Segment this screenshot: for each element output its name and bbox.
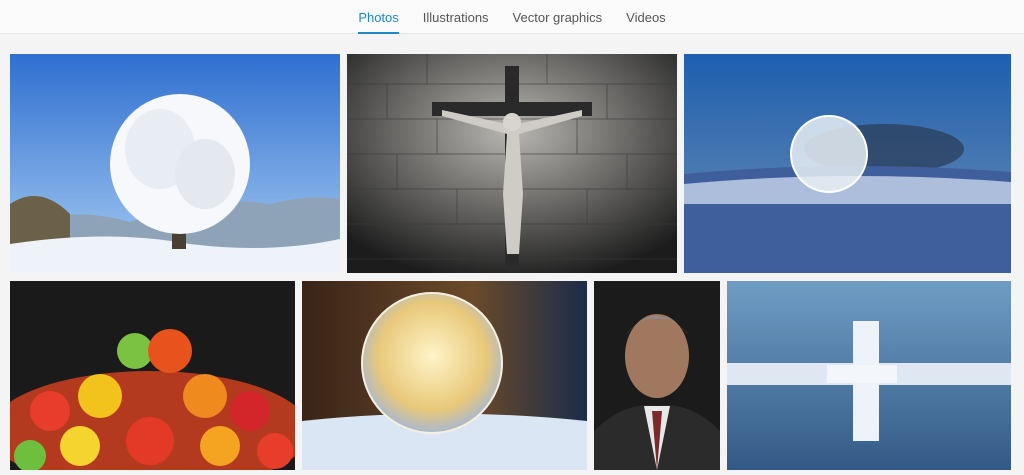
photo-frozen-bubble[interactable]: [684, 54, 1011, 273]
top-nav-bar: Photos Illustrations Vector graphics Vid…: [0, 0, 1024, 34]
media-type-tabs: Photos Illustrations Vector graphics Vid…: [0, 0, 1024, 34]
photo-frosted-wire[interactable]: [727, 281, 1011, 470]
photo-crucifix[interactable]: [347, 54, 677, 273]
photo-gummy-bears[interactable]: [10, 281, 295, 470]
photo-man-portrait[interactable]: [594, 281, 720, 470]
tab-photos[interactable]: Photos: [346, 0, 410, 34]
tab-illustrations[interactable]: Illustrations: [411, 0, 501, 34]
tab-vector-graphics[interactable]: Vector graphics: [501, 0, 615, 34]
photo-frozen-bubble-closeup[interactable]: [302, 281, 587, 470]
tab-videos[interactable]: Videos: [614, 0, 678, 34]
photo-frosted-tree[interactable]: [10, 54, 340, 273]
